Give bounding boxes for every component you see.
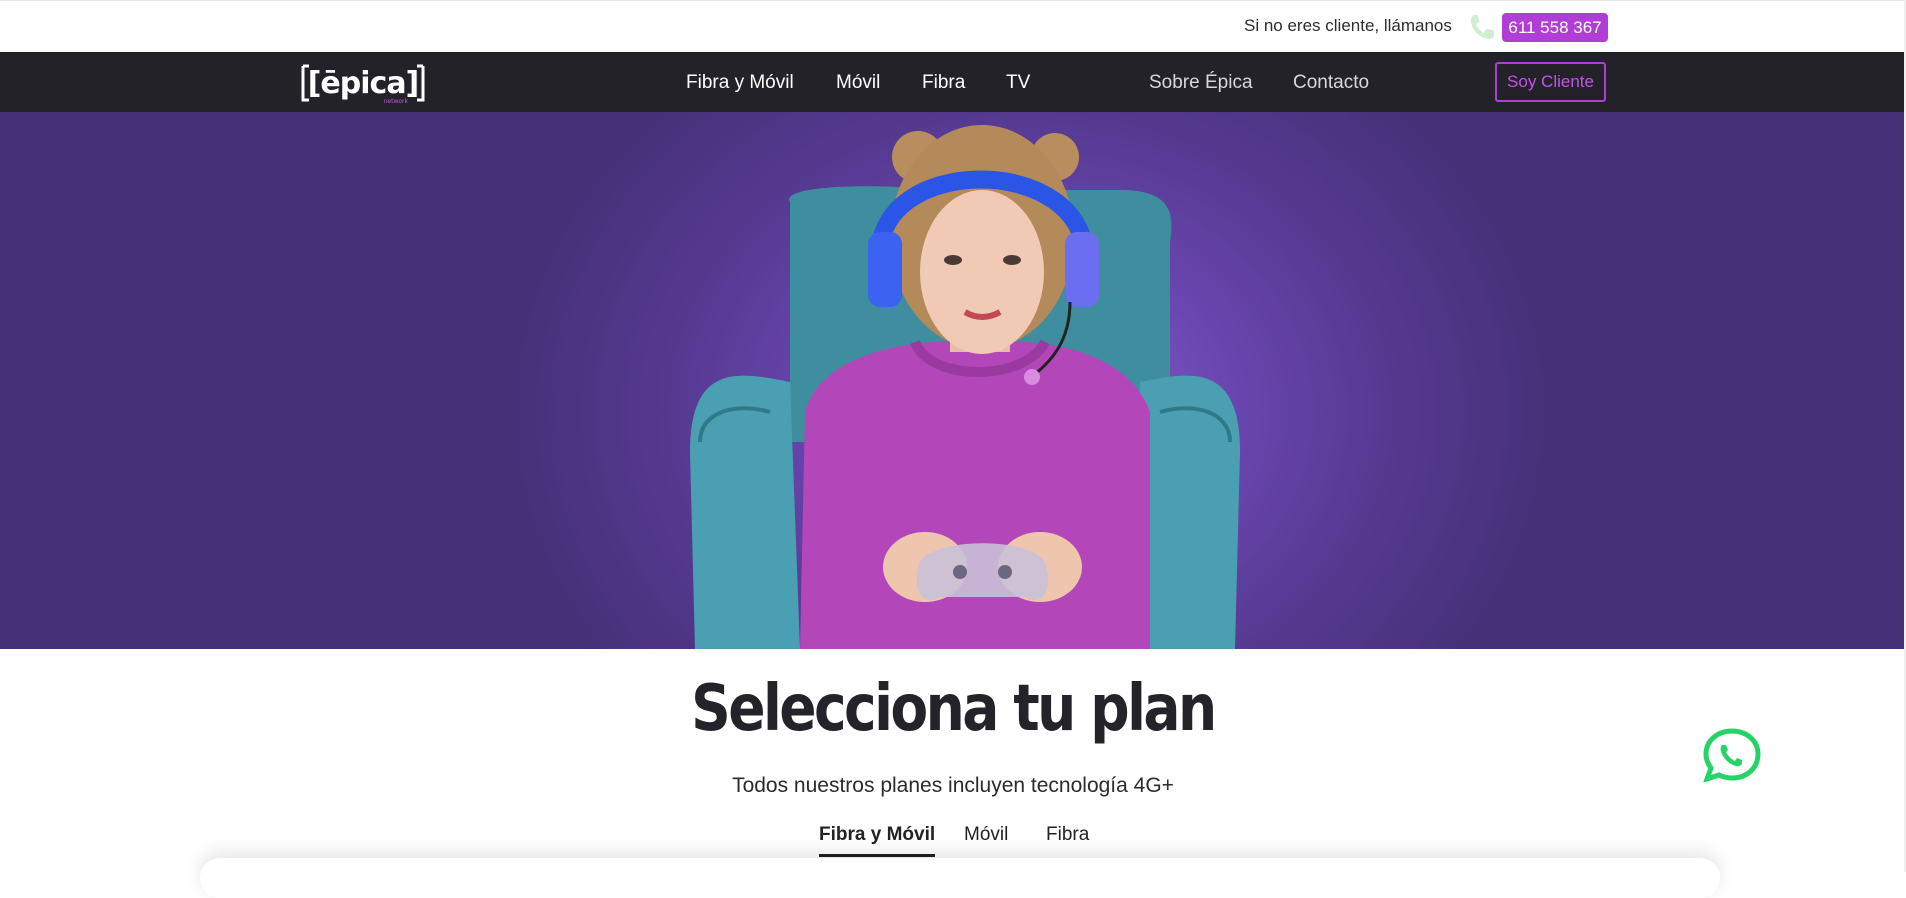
- epica-logo[interactable]: [ēpica] network: [300, 64, 426, 104]
- logo-subtext: network: [384, 98, 409, 104]
- nav-item-fibra-movil[interactable]: Fibra y Móvil: [686, 72, 794, 94]
- tab-fibra[interactable]: Fibra: [1046, 824, 1089, 846]
- phone-number-button[interactable]: 611 558 367: [1502, 13, 1608, 42]
- nav-item-fibra[interactable]: Fibra: [922, 72, 965, 94]
- plans-card-container: [200, 858, 1720, 898]
- tab-fibra-movil[interactable]: Fibra y Móvil: [819, 824, 936, 857]
- whatsapp-icon[interactable]: [1700, 728, 1764, 782]
- nav-item-sobre-epica[interactable]: Sobre Épica: [1149, 72, 1253, 94]
- main-navigation: [ēpica] network Fibra y Móvil Móvil Fibr…: [0, 52, 1906, 112]
- nav-item-movil[interactable]: Móvil: [836, 72, 880, 94]
- plans-subheading: Todos nuestros planes incluyen tecnologí…: [732, 774, 1174, 797]
- hero-banner: [0, 112, 1906, 649]
- soy-cliente-button[interactable]: Soy Cliente: [1495, 62, 1606, 102]
- top-utility-bar: Si no eres cliente, llámanos 611 558 367: [0, 0, 1906, 53]
- nav-item-tv[interactable]: TV: [1006, 72, 1030, 94]
- plans-heading: Selecciona tu plan: [691, 672, 1217, 746]
- call-prompt-text: Si no eres cliente, llámanos: [1244, 16, 1452, 35]
- nav-item-contacto[interactable]: Contacto: [1293, 72, 1369, 94]
- phone-icon: [1471, 15, 1494, 39]
- hero-illustration: [690, 125, 1240, 649]
- plan-tabs: Fibra y Móvil Móvil Fibra: [0, 824, 1906, 857]
- logo-wordmark: [ēpica]: [308, 66, 419, 101]
- tab-movil[interactable]: Móvil: [964, 824, 1008, 846]
